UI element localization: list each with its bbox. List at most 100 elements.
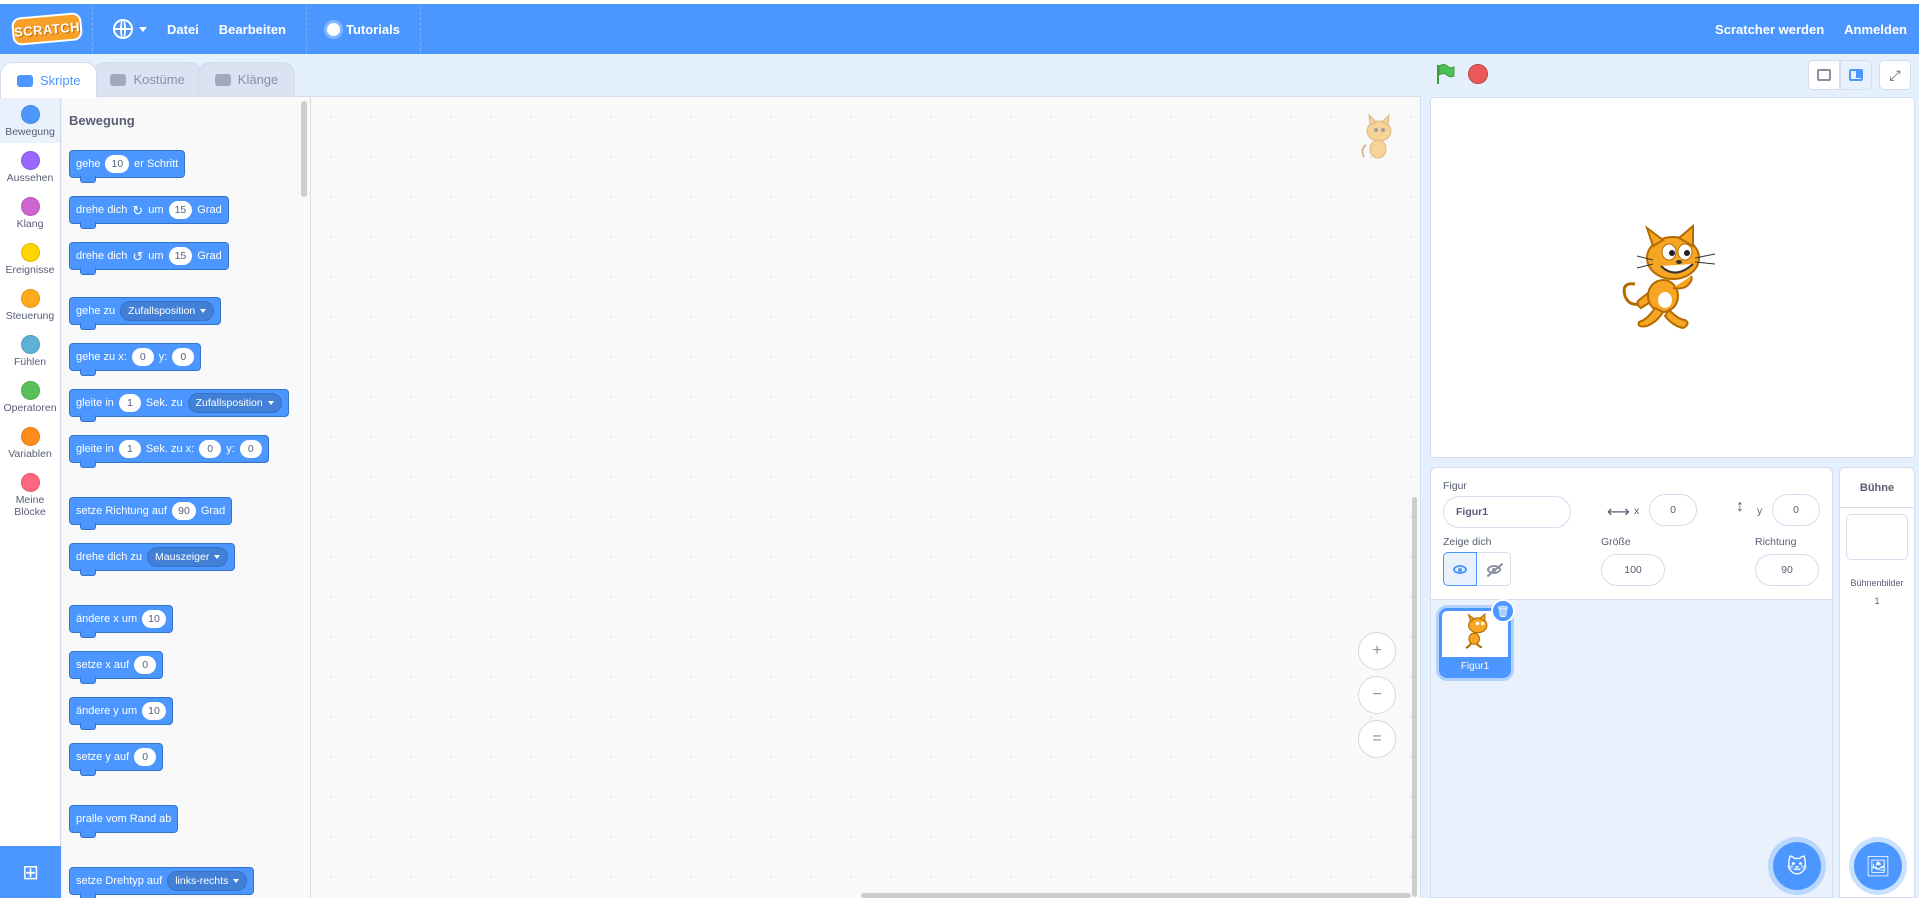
block-input[interactable]: 15 xyxy=(168,201,193,219)
tab-costumes[interactable]: Kostüme xyxy=(93,62,202,96)
add-sprite-button[interactable]: 🐱 xyxy=(1773,842,1821,890)
sign-in-button[interactable]: Anmelden xyxy=(1834,4,1919,54)
block-set-rotation-style[interactable]: setze Drehtyp auf links-rechts xyxy=(69,867,255,898)
add-backdrop-button[interactable]: 🖼 xyxy=(1854,842,1902,890)
language-menu[interactable] xyxy=(103,4,157,54)
block-input[interactable]: 10 xyxy=(142,702,166,720)
direction-input[interactable]: 90 xyxy=(1755,554,1819,586)
block-set-y[interactable]: setze y auf 0 xyxy=(69,743,164,776)
sprite-name-value: Figur1 xyxy=(1456,506,1489,518)
block-input[interactable]: 0 xyxy=(239,440,262,458)
sprite-name-input[interactable]: Figur1 xyxy=(1443,496,1571,528)
sprite-name-label: Figur xyxy=(1443,480,1467,492)
tutorials-button[interactable]: Tutorials xyxy=(317,4,410,54)
category-looks[interactable]: Aussehen xyxy=(0,143,60,189)
block-text: Grad xyxy=(197,204,222,216)
delete-sprite-button[interactable]: 🗑 xyxy=(1491,599,1515,623)
block-bounce-on-edge[interactable]: pralle vom Rand ab xyxy=(69,805,179,838)
stop-button[interactable] xyxy=(1468,64,1488,84)
block-input[interactable]: 1 xyxy=(118,394,141,412)
block-input[interactable]: 10 xyxy=(105,155,130,173)
block-input[interactable]: 0 xyxy=(134,748,157,766)
category-my-blocks[interactable]: Meine Blöcke xyxy=(0,465,60,521)
size-input[interactable]: 100 xyxy=(1601,554,1665,586)
block-text: ändere y um xyxy=(76,705,138,717)
large-stage-button[interactable] xyxy=(1840,60,1872,90)
stage-selector[interactable]: Bühne Bühnenbilder 1 🖼 xyxy=(1839,467,1915,898)
block-input[interactable]: 90 xyxy=(172,502,196,520)
block-go-to[interactable]: gehe zu Zufallsposition xyxy=(69,297,222,330)
palette-scrollbar[interactable] xyxy=(301,101,307,197)
block-input[interactable]: 0 xyxy=(172,348,195,366)
category-control[interactable]: Steuerung xyxy=(0,281,60,327)
block-input[interactable]: 0 xyxy=(199,440,222,458)
tab-sounds[interactable]: Klänge xyxy=(197,62,296,96)
hide-sprite-button[interactable] xyxy=(1477,552,1511,586)
show-sprite-button[interactable] xyxy=(1443,552,1477,586)
block-point-towards[interactable]: drehe dich zu Mauszeiger xyxy=(69,543,236,576)
block-text: setze x auf xyxy=(76,659,130,671)
palette-category-title: Bewegung xyxy=(69,113,135,128)
block-glide-to-xy[interactable]: gleite in 1 Sek. zu x: 0 y: 0 xyxy=(69,435,269,468)
tab-code[interactable]: Skripte xyxy=(0,62,98,98)
block-dropdown[interactable]: Zufallsposition xyxy=(187,393,282,413)
stage-canvas[interactable] xyxy=(1430,97,1915,458)
category-variables[interactable]: Variablen xyxy=(0,419,60,465)
zoom-out-button[interactable]: − xyxy=(1358,676,1396,714)
block-glide-to[interactable]: gleite in 1 Sek. zu Zufallsposition xyxy=(69,389,289,422)
zoom-reset-button[interactable]: = xyxy=(1358,720,1396,758)
category-operators[interactable]: Operatoren xyxy=(0,373,60,419)
script-vertical-scrollbar[interactable] xyxy=(1412,497,1417,897)
speaker-icon xyxy=(214,73,231,86)
x-input[interactable]: 0 xyxy=(1649,494,1697,526)
block-move-steps[interactable]: gehe 10 er Schritt xyxy=(69,150,186,183)
category-label: Bewegung xyxy=(5,126,55,138)
block-go-to-xy[interactable]: gehe zu x: 0 y: 0 xyxy=(69,343,202,376)
eye-icon xyxy=(1453,564,1467,574)
block-dropdown[interactable]: Mauszeiger xyxy=(147,547,229,567)
join-scratch-button[interactable]: Scratcher werden xyxy=(1705,4,1834,54)
block-change-y[interactable]: ändere y um 10 xyxy=(69,697,173,730)
sprite-pane: Figur Figur1 ⟷ x 0 ↕ y 0 Zeige dich Größ… xyxy=(1430,467,1833,898)
y-input[interactable]: 0 xyxy=(1772,494,1820,526)
vertical-arrows-icon: ↕ xyxy=(1736,498,1744,515)
block-input[interactable]: 15 xyxy=(168,247,193,265)
category-sensing[interactable]: Fühlen xyxy=(0,327,60,373)
show-label: Zeige dich xyxy=(1443,536,1492,548)
small-stage-button[interactable] xyxy=(1808,60,1840,90)
block-input[interactable]: 10 xyxy=(142,610,166,628)
script-horizontal-scrollbar[interactable] xyxy=(861,893,1411,898)
block-dropdown[interactable]: links-rechts xyxy=(167,871,248,891)
block-text: y: xyxy=(226,443,235,455)
cat-sprite-image[interactable] xyxy=(1617,224,1719,330)
category-sound[interactable]: Klang xyxy=(0,189,60,235)
rotate-clockwise-icon: ↻ xyxy=(132,202,144,218)
block-text: pralle vom Rand ab xyxy=(76,813,172,825)
block-input[interactable]: 0 xyxy=(131,348,154,366)
category-events[interactable]: Ereignisse xyxy=(0,235,60,281)
scratch-logo[interactable]: SCRATCH xyxy=(10,12,84,46)
block-input[interactable]: 0 xyxy=(134,656,157,674)
add-extension-button[interactable]: ⊞ xyxy=(0,846,61,898)
zoom-in-button[interactable]: + xyxy=(1358,632,1396,670)
menu-bar: SCRATCH Datei Bearbeiten Tutorials Scrat… xyxy=(0,0,1919,56)
block-input[interactable]: 1 xyxy=(118,440,141,458)
block-change-x[interactable]: ändere x um 10 xyxy=(69,605,173,638)
block-set-x[interactable]: setze x auf 0 xyxy=(69,651,164,684)
script-area[interactable]: + − = xyxy=(311,96,1421,898)
fullscreen-button[interactable]: ⤢ xyxy=(1879,60,1911,90)
menu-divider xyxy=(92,2,93,56)
block-turn-left[interactable]: drehe dich ↺ um 15 Grad xyxy=(69,242,229,275)
brush-icon xyxy=(110,73,127,86)
image-add-icon: 🖼 xyxy=(1865,855,1891,878)
block-dropdown[interactable]: Zufallsposition xyxy=(120,301,215,321)
block-point-in-direction[interactable]: setze Richtung auf 90 Grad xyxy=(69,497,233,530)
size-value: 100 xyxy=(1624,564,1642,576)
category-motion[interactable]: Bewegung xyxy=(0,97,60,143)
edit-menu[interactable]: Bearbeiten xyxy=(209,4,296,54)
y-label: y xyxy=(1757,505,1763,517)
green-flag-button[interactable] xyxy=(1434,63,1456,85)
file-menu[interactable]: Datei xyxy=(157,4,209,54)
block-turn-right[interactable]: drehe dich ↻ um 15 Grad xyxy=(69,196,229,229)
block-text: Grad xyxy=(197,250,222,262)
